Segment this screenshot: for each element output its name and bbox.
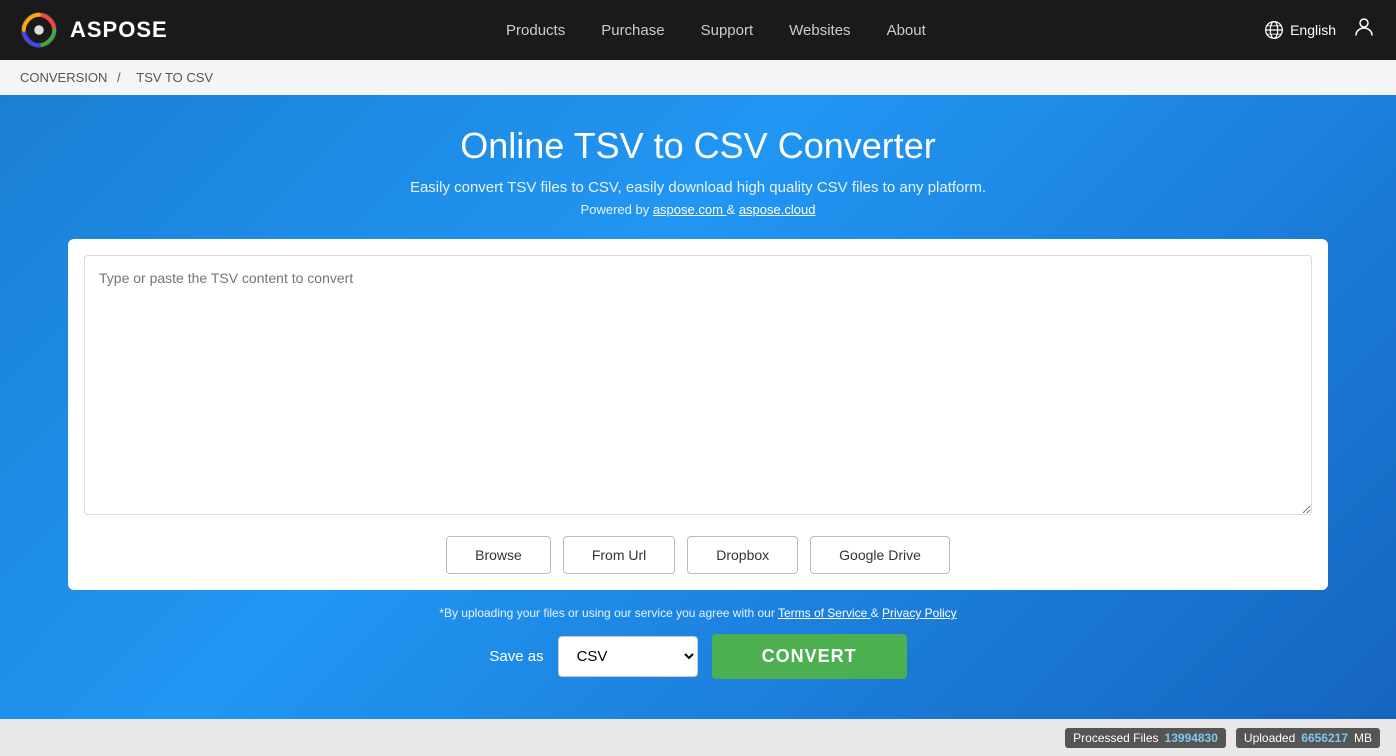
language-label: English bbox=[1290, 22, 1336, 38]
convert-button[interactable]: CONVERT bbox=[712, 634, 907, 679]
file-buttons: Browse From Url Dropbox Google Drive bbox=[84, 536, 1312, 574]
breadcrumb-conversion[interactable]: CONVERSION bbox=[20, 70, 107, 85]
uploaded-unit: MB bbox=[1354, 731, 1372, 745]
from-url-button[interactable]: From Url bbox=[563, 536, 675, 574]
page-title: Online TSV to CSV Converter bbox=[460, 125, 936, 167]
navbar-left: ASPOSE bbox=[20, 11, 168, 49]
aspose-cloud-link[interactable]: aspose.cloud bbox=[739, 202, 816, 217]
navbar-center: Products Purchase Support Websites About bbox=[506, 22, 926, 39]
terms-of-service-link[interactable]: Terms of Service bbox=[778, 606, 871, 620]
privacy-policy-link[interactable]: Privacy Policy bbox=[882, 606, 957, 620]
google-drive-button[interactable]: Google Drive bbox=[810, 536, 950, 574]
logo-text: ASPOSE bbox=[70, 17, 168, 43]
tsv-input[interactable] bbox=[84, 255, 1312, 515]
processed-files-label: Processed Files bbox=[1073, 731, 1158, 745]
dropbox-button[interactable]: Dropbox bbox=[687, 536, 798, 574]
browse-button[interactable]: Browse bbox=[446, 536, 551, 574]
footer-bar: Processed Files 13994830 Uploaded 665621… bbox=[0, 719, 1396, 756]
breadcrumb-current: TSV TO CSV bbox=[136, 70, 213, 85]
aspose-com-link[interactable]: aspose.com bbox=[653, 202, 727, 217]
nav-products[interactable]: Products bbox=[506, 22, 565, 39]
main-content: Online TSV to CSV Converter Easily conve… bbox=[0, 95, 1396, 719]
processed-files-badge: Processed Files 13994830 bbox=[1065, 728, 1226, 748]
terms-text: *By uploading your files or using our se… bbox=[439, 606, 956, 620]
navbar: ASPOSE Products Purchase Support Website… bbox=[0, 0, 1396, 60]
nav-support[interactable]: Support bbox=[701, 22, 754, 39]
uploaded-badge: Uploaded 6656217 MB bbox=[1236, 728, 1380, 748]
nav-websites[interactable]: Websites bbox=[789, 22, 850, 39]
uploaded-label: Uploaded bbox=[1244, 731, 1295, 745]
breadcrumb: CONVERSION / TSV TO CSV bbox=[0, 60, 1396, 95]
aspose-logo-icon bbox=[20, 11, 58, 49]
powered-by: Powered by aspose.com & aspose.cloud bbox=[581, 202, 816, 217]
breadcrumb-separator: / bbox=[117, 70, 121, 85]
format-select[interactable]: CSV bbox=[558, 636, 698, 677]
navbar-right: English bbox=[1264, 15, 1376, 45]
converter-box: Browse From Url Dropbox Google Drive bbox=[68, 239, 1328, 590]
nav-about[interactable]: About bbox=[887, 22, 926, 39]
save-as-label: Save as bbox=[489, 648, 543, 665]
person-icon bbox=[1352, 15, 1376, 39]
uploaded-count: 6656217 bbox=[1301, 731, 1348, 745]
nav-purchase[interactable]: Purchase bbox=[601, 22, 664, 39]
processed-files-count: 13994830 bbox=[1165, 731, 1218, 745]
language-selector[interactable]: English bbox=[1264, 20, 1336, 40]
save-as-row: Save as CSV CONVERT bbox=[489, 634, 906, 679]
globe-icon bbox=[1264, 20, 1284, 40]
page-subtitle: Easily convert TSV files to CSV, easily … bbox=[410, 179, 986, 196]
user-account-icon[interactable] bbox=[1352, 15, 1376, 45]
